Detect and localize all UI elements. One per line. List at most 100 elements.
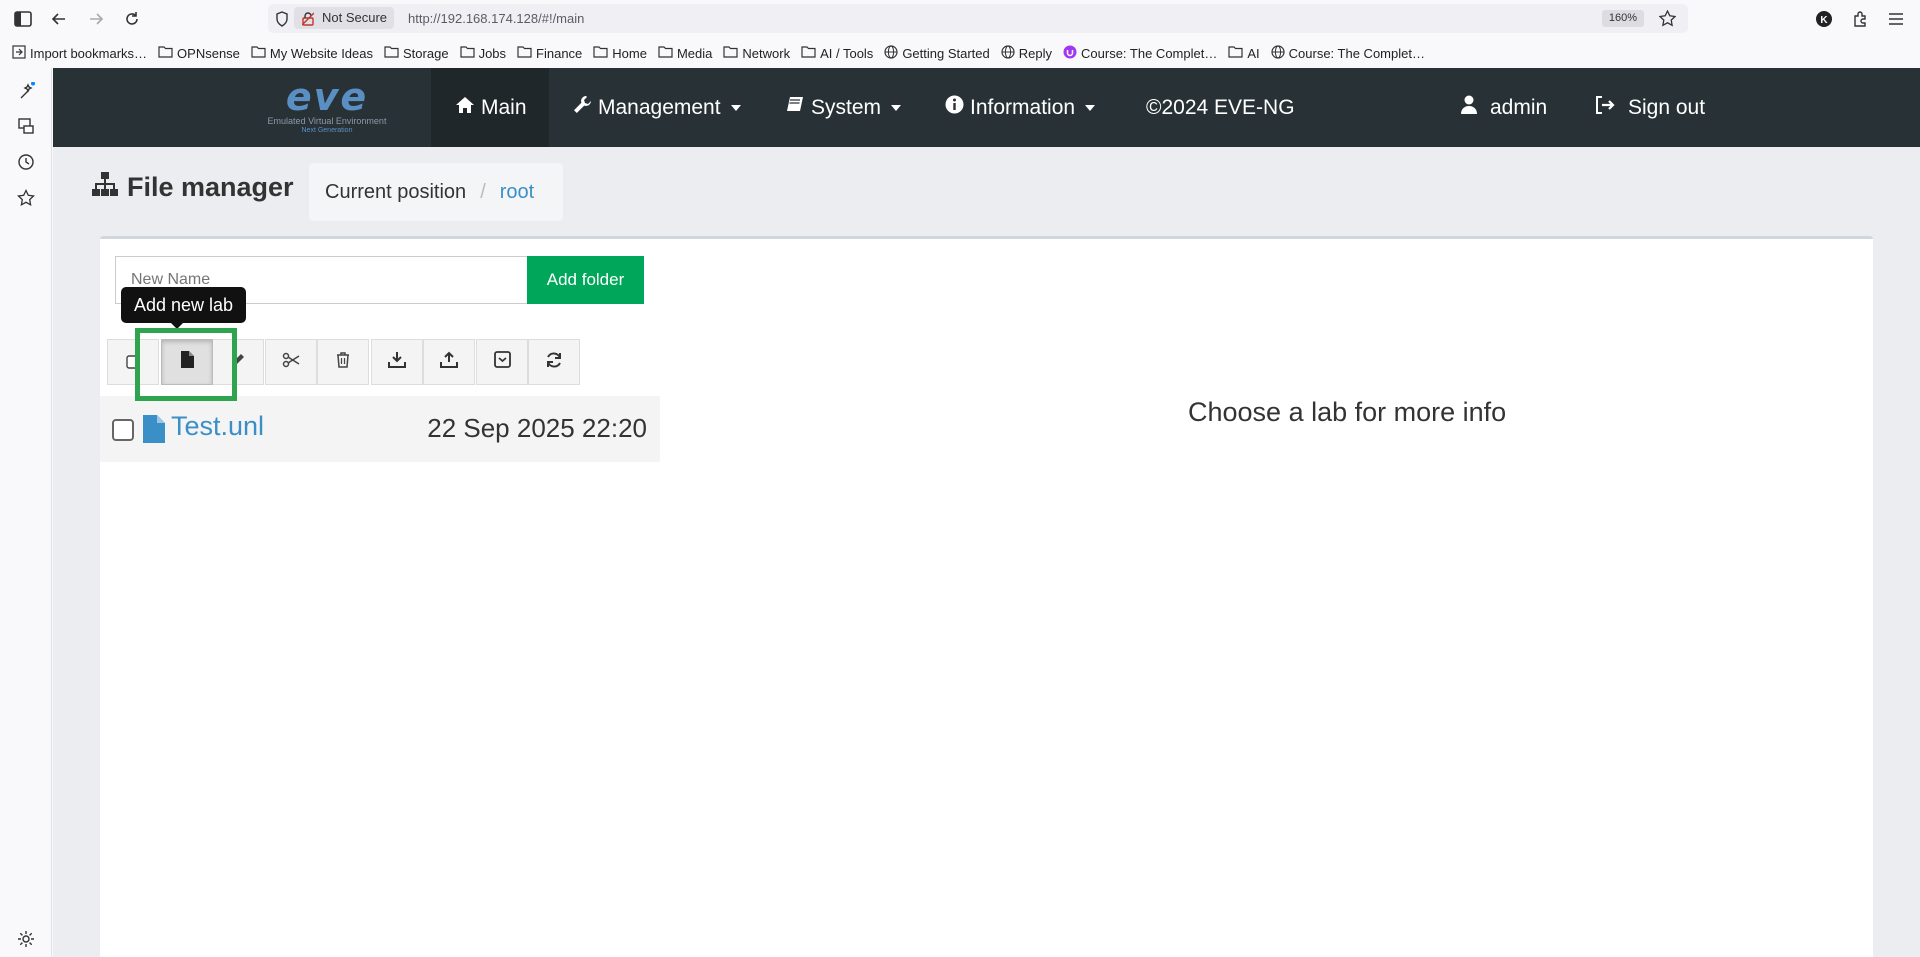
breadcrumb: Current position / root bbox=[309, 163, 563, 221]
extensions-icon[interactable] bbox=[1847, 6, 1873, 32]
logo-subtagline: Next Generation bbox=[301, 127, 353, 134]
rename-button[interactable] bbox=[212, 339, 264, 385]
file-row[interactable]: Test.unl 22 Sep 2025 22:20 bbox=[100, 396, 660, 462]
book-icon bbox=[786, 96, 805, 120]
sidebar-toggle-icon[interactable] bbox=[10, 6, 36, 32]
bookmark-item[interactable]: My Website Ideas bbox=[251, 45, 373, 61]
folder-icon bbox=[723, 45, 738, 61]
import-button[interactable] bbox=[423, 339, 475, 385]
folder-icon bbox=[1228, 45, 1243, 61]
delete-button[interactable] bbox=[317, 339, 369, 385]
bookmark-item[interactable]: Reply bbox=[1001, 44, 1052, 62]
nav-signout[interactable]: Sign out bbox=[1595, 68, 1705, 147]
bookmark-item[interactable]: Media bbox=[658, 45, 712, 61]
download-icon bbox=[388, 351, 406, 373]
bookmarks-bar: Import bookmarks… OPNsense My Website Idea… bbox=[0, 40, 1920, 66]
menu-icon[interactable] bbox=[1883, 6, 1909, 32]
folder-icon bbox=[459, 45, 475, 61]
refresh-icon bbox=[545, 351, 563, 374]
ai-sparkle-icon[interactable] bbox=[16, 81, 36, 101]
bookmark-item[interactable]: OPNsense bbox=[158, 45, 240, 61]
export-button[interactable] bbox=[371, 339, 423, 385]
synced-tabs-icon[interactable] bbox=[16, 116, 36, 136]
nav-management[interactable]: Management bbox=[573, 68, 741, 147]
info-circle-icon bbox=[945, 95, 964, 120]
lab-info-placeholder: Choose a lab for more info bbox=[1188, 397, 1507, 427]
nav-main[interactable]: Main bbox=[455, 68, 527, 147]
add-new-lab-button[interactable] bbox=[161, 339, 213, 385]
bookmark-item[interactable]: AI / Tools bbox=[801, 45, 873, 61]
eve-logo[interactable]: eve Emulated Virtual Environment Next Ge… bbox=[257, 78, 397, 136]
bookmark-item[interactable]: Course: The Complet… bbox=[1063, 45, 1217, 62]
pencil-icon bbox=[230, 352, 246, 373]
bookmark-item[interactable]: Jobs bbox=[459, 45, 506, 61]
bookmark-item[interactable]: Getting Started bbox=[884, 44, 990, 62]
page-title: File manager bbox=[91, 171, 294, 204]
account-avatar[interactable]: K bbox=[1811, 6, 1837, 32]
folder-icon bbox=[517, 45, 532, 61]
scissors-icon bbox=[282, 352, 300, 373]
folder-icon bbox=[593, 45, 608, 61]
url-text[interactable]: http://192.168.174.128/#!/main bbox=[408, 4, 584, 33]
logo-text: eve bbox=[285, 75, 369, 119]
url-bar[interactable]: Not Secure http://192.168.174.128/#!/mai… bbox=[268, 4, 1688, 33]
nav-copyright: ©2024 EVE-NG bbox=[1146, 95, 1295, 119]
file-date: 22 Sep 2025 22:20 bbox=[427, 413, 647, 443]
web-page: eve Emulated Virtual Environment Next Ge… bbox=[53, 68, 1920, 957]
settings-gear-icon[interactable] bbox=[16, 929, 36, 949]
globe-icon bbox=[1271, 44, 1285, 62]
broken-lock-icon bbox=[301, 11, 315, 33]
add-folder-button[interactable]: Add folder bbox=[527, 256, 644, 304]
caret-down-icon bbox=[730, 104, 741, 111]
wrench-icon bbox=[573, 95, 592, 120]
nav-user[interactable]: admin bbox=[1461, 68, 1547, 147]
bookmark-item[interactable]: Storage bbox=[384, 45, 449, 61]
file-manager-panel: Add folder bbox=[100, 236, 1873, 957]
globe-icon bbox=[884, 44, 898, 62]
caret-down-icon bbox=[891, 104, 902, 111]
bookmark-item[interactable]: Network bbox=[723, 45, 790, 61]
zoom-level[interactable]: 160% bbox=[1601, 10, 1644, 27]
file-icon bbox=[180, 350, 195, 374]
move-button[interactable] bbox=[265, 339, 317, 385]
folder-icon bbox=[384, 45, 399, 61]
back-icon[interactable] bbox=[46, 6, 72, 32]
logo-tagline: Emulated Virtual Environment bbox=[267, 116, 387, 126]
upload-icon bbox=[440, 351, 458, 373]
bookmark-item[interactable]: AI bbox=[1228, 45, 1260, 61]
not-secure-badge[interactable]: Not Secure bbox=[294, 7, 395, 29]
import-icon bbox=[12, 44, 26, 62]
trash-icon bbox=[336, 351, 350, 373]
browser-sidebar bbox=[0, 68, 52, 957]
bookmark-item[interactable]: Import bookmarks… bbox=[12, 44, 147, 62]
svg-text:K: K bbox=[1820, 15, 1828, 26]
user-icon bbox=[1461, 95, 1477, 120]
bookmark-star-icon[interactable] bbox=[1658, 9, 1677, 32]
nav-system[interactable]: System bbox=[786, 68, 902, 147]
shield-icon bbox=[275, 11, 289, 32]
udemy-icon bbox=[1063, 45, 1077, 62]
sign-out-icon bbox=[1595, 95, 1615, 120]
file-checkbox[interactable] bbox=[112, 419, 134, 441]
folder-icon bbox=[158, 45, 173, 61]
reload-icon[interactable] bbox=[119, 6, 145, 32]
bookmark-item[interactable]: Home bbox=[593, 45, 647, 61]
bookmark-item[interactable]: Course: The Complet… bbox=[1271, 44, 1425, 62]
forward-icon[interactable] bbox=[83, 6, 109, 32]
file-name-link[interactable]: Test.unl bbox=[171, 411, 264, 442]
home-icon bbox=[455, 96, 475, 120]
nav-information[interactable]: Information bbox=[945, 68, 1096, 147]
folder-icon bbox=[251, 45, 266, 61]
caret-down-icon bbox=[1085, 104, 1096, 111]
bookmarks-star-icon[interactable] bbox=[16, 188, 36, 208]
inbox-icon bbox=[493, 351, 511, 373]
bookmark-item[interactable]: Finance bbox=[517, 45, 582, 61]
history-icon[interactable] bbox=[16, 152, 36, 172]
select-all-button[interactable] bbox=[107, 339, 159, 385]
add-new-lab-tooltip: Add new lab bbox=[121, 287, 247, 329]
browser-toolbar: Not Secure http://192.168.174.128/#!/mai… bbox=[0, 0, 1920, 37]
archive-button[interactable] bbox=[476, 339, 528, 385]
breadcrumb-root-link[interactable]: root bbox=[500, 181, 534, 204]
refresh-button[interactable] bbox=[528, 339, 580, 385]
folder-icon bbox=[801, 45, 816, 61]
